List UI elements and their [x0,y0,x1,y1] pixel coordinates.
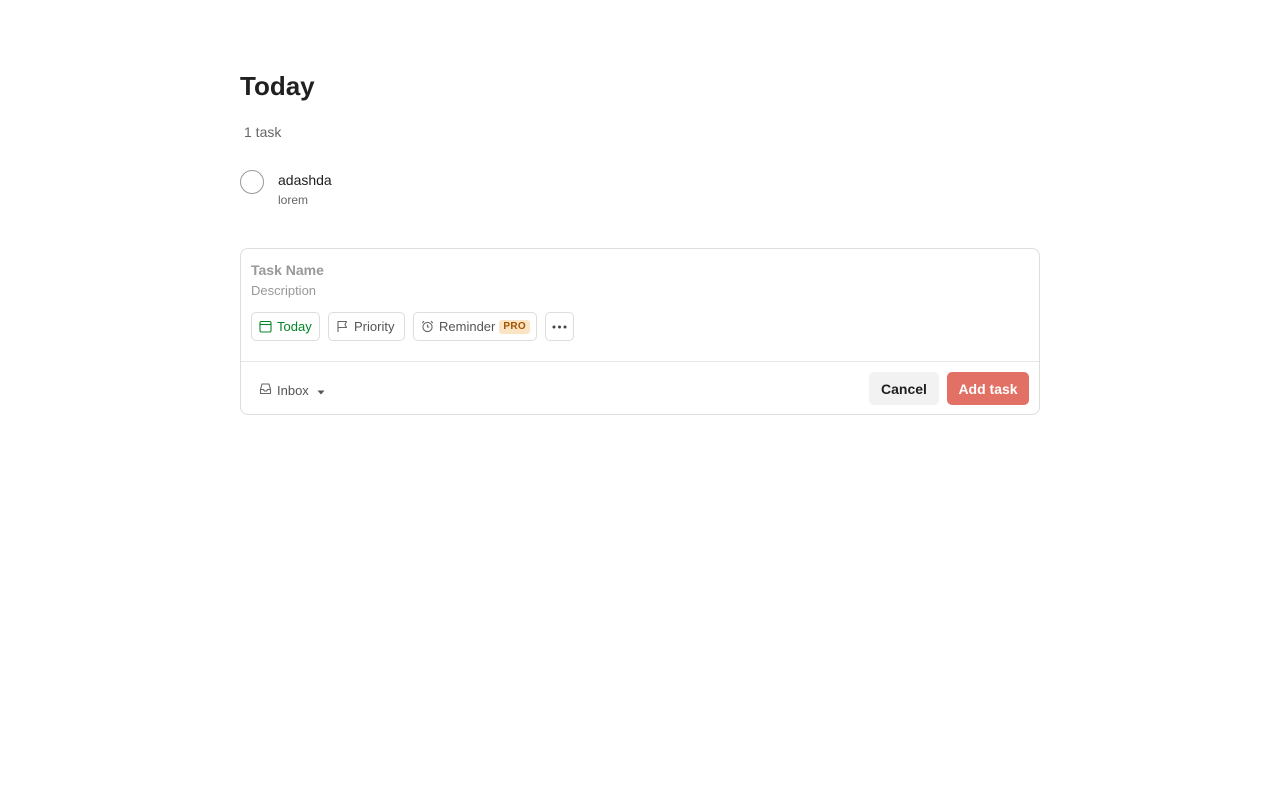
task-description: lorem [278,193,309,207]
reminder-label: Reminder [439,319,496,334]
task-description-input[interactable] [251,282,1011,299]
priority-chip[interactable]: Priority [328,312,405,341]
project-label: Inbox [277,382,309,398]
reminder-chip[interactable]: Reminder PRO [413,312,537,341]
add-task-button[interactable]: Add task [947,372,1029,405]
task-name-input[interactable] [251,261,1011,279]
calendar-icon [259,320,272,333]
task-item[interactable]: adashda lorem [240,168,1040,214]
priority-label: Priority [354,319,395,334]
today-view: Today 1 task adashda lorem Today Prior [0,0,1280,800]
due-date-label: Today [277,319,312,334]
pro-badge: PRO [499,319,530,334]
cancel-button[interactable]: Cancel [869,372,939,405]
task-count: 1 task [244,124,282,140]
more-dots-icon [552,325,567,329]
flag-icon [336,320,349,333]
add-task-editor: Today Priority Reminder PRO [240,248,1040,415]
due-date-chip[interactable]: Today [251,312,320,341]
editor-divider [241,361,1039,362]
project-selector[interactable]: Inbox [253,376,331,404]
inbox-icon [259,382,272,398]
task-title[interactable]: adashda [278,172,332,189]
chevron-down-icon [317,383,325,398]
page-title: Today [240,71,315,101]
more-actions-button[interactable] [545,312,574,341]
task-complete-checkbox[interactable] [240,170,264,194]
alarm-clock-icon [421,320,434,333]
